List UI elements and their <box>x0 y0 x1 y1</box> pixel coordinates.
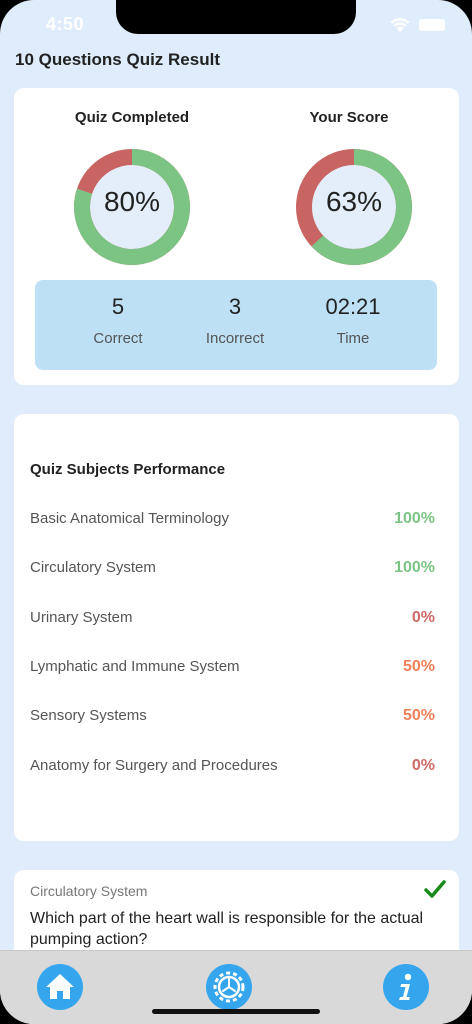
quiz-completed-label: Quiz Completed <box>74 109 190 126</box>
notch <box>116 0 356 34</box>
question-text: Which part of the heart wall is responsi… <box>30 910 424 948</box>
stat-time-label: Time <box>336 330 370 347</box>
app-screen: 4:50 10 Questions Quiz Result Quiz Compl… <box>0 0 472 1024</box>
subject-percentage: 50% <box>402 707 435 724</box>
subject-name: Circulatory System <box>30 559 156 576</box>
home-indicator <box>152 1009 320 1014</box>
subject-row: Lymphatic and Immune System 50% <box>30 658 435 680</box>
stat-correct-label: Correct <box>93 330 143 347</box>
subject-row: Basic Anatomical Terminology 100% <box>30 510 435 532</box>
your-score-label: Your Score <box>309 109 389 126</box>
home-icon <box>46 974 74 999</box>
battery-icon <box>419 19 445 31</box>
subject-row: Sensory Systems 50% <box>30 707 435 729</box>
status-bar: 4:50 <box>0 0 472 50</box>
subject-percentage: 0% <box>411 609 435 626</box>
tab-info[interactable] <box>383 964 429 1010</box>
stats-box: 5 Correct 3 Incorrect 02:21 Time <box>35 280 437 370</box>
subject-name: Anatomy for Surgery and Procedures <box>30 757 278 774</box>
stat-incorrect-label: Incorrect <box>205 330 265 347</box>
page-title: 10 Questions Quiz Result <box>15 50 220 69</box>
subject-name: Urinary System <box>30 609 133 626</box>
stat-incorrect: 3 Incorrect <box>180 294 290 347</box>
subject-row: Anatomy for Surgery and Procedures 0% <box>30 757 435 779</box>
info-icon <box>399 973 412 1000</box>
quiz-completed-value: 80% <box>103 186 161 217</box>
stat-correct: 5 Correct <box>63 294 173 347</box>
stat-time-value: 02:21 <box>325 294 381 319</box>
subject-name: Lymphatic and Immune System <box>30 658 240 675</box>
gear-icon <box>213 971 245 1003</box>
subject-percentage: 100% <box>394 559 435 576</box>
tab-home[interactable] <box>37 964 83 1010</box>
check-icon <box>424 880 446 898</box>
subject-name: Sensory Systems <box>30 707 147 724</box>
summary-card: Quiz Completed 80% Your Score 63% 5 Corr… <box>14 88 459 385</box>
stat-incorrect-value: 3 <box>228 294 242 319</box>
your-score-value: 63% <box>325 186 383 217</box>
question-subject: Circulatory System <box>30 883 148 899</box>
wifi-icon <box>390 18 410 32</box>
status-time: 4:50 <box>46 14 85 34</box>
subject-percentage: 100% <box>394 510 435 527</box>
stat-correct-value: 5 <box>111 294 125 319</box>
subject-percentage: 50% <box>402 658 435 675</box>
subject-row: Urinary System 0% <box>30 609 435 631</box>
subject-name: Basic Anatomical Terminology <box>30 510 229 527</box>
subjects-card: Quiz Subjects Performance Basic Anatomic… <box>14 414 459 841</box>
subjects-title: Quiz Subjects Performance <box>30 461 226 478</box>
stat-time: 02:21 Time <box>298 294 408 347</box>
tab-settings[interactable] <box>206 964 252 1010</box>
subject-row: Circulatory System 100% <box>30 559 435 581</box>
subject-percentage: 0% <box>411 757 435 774</box>
